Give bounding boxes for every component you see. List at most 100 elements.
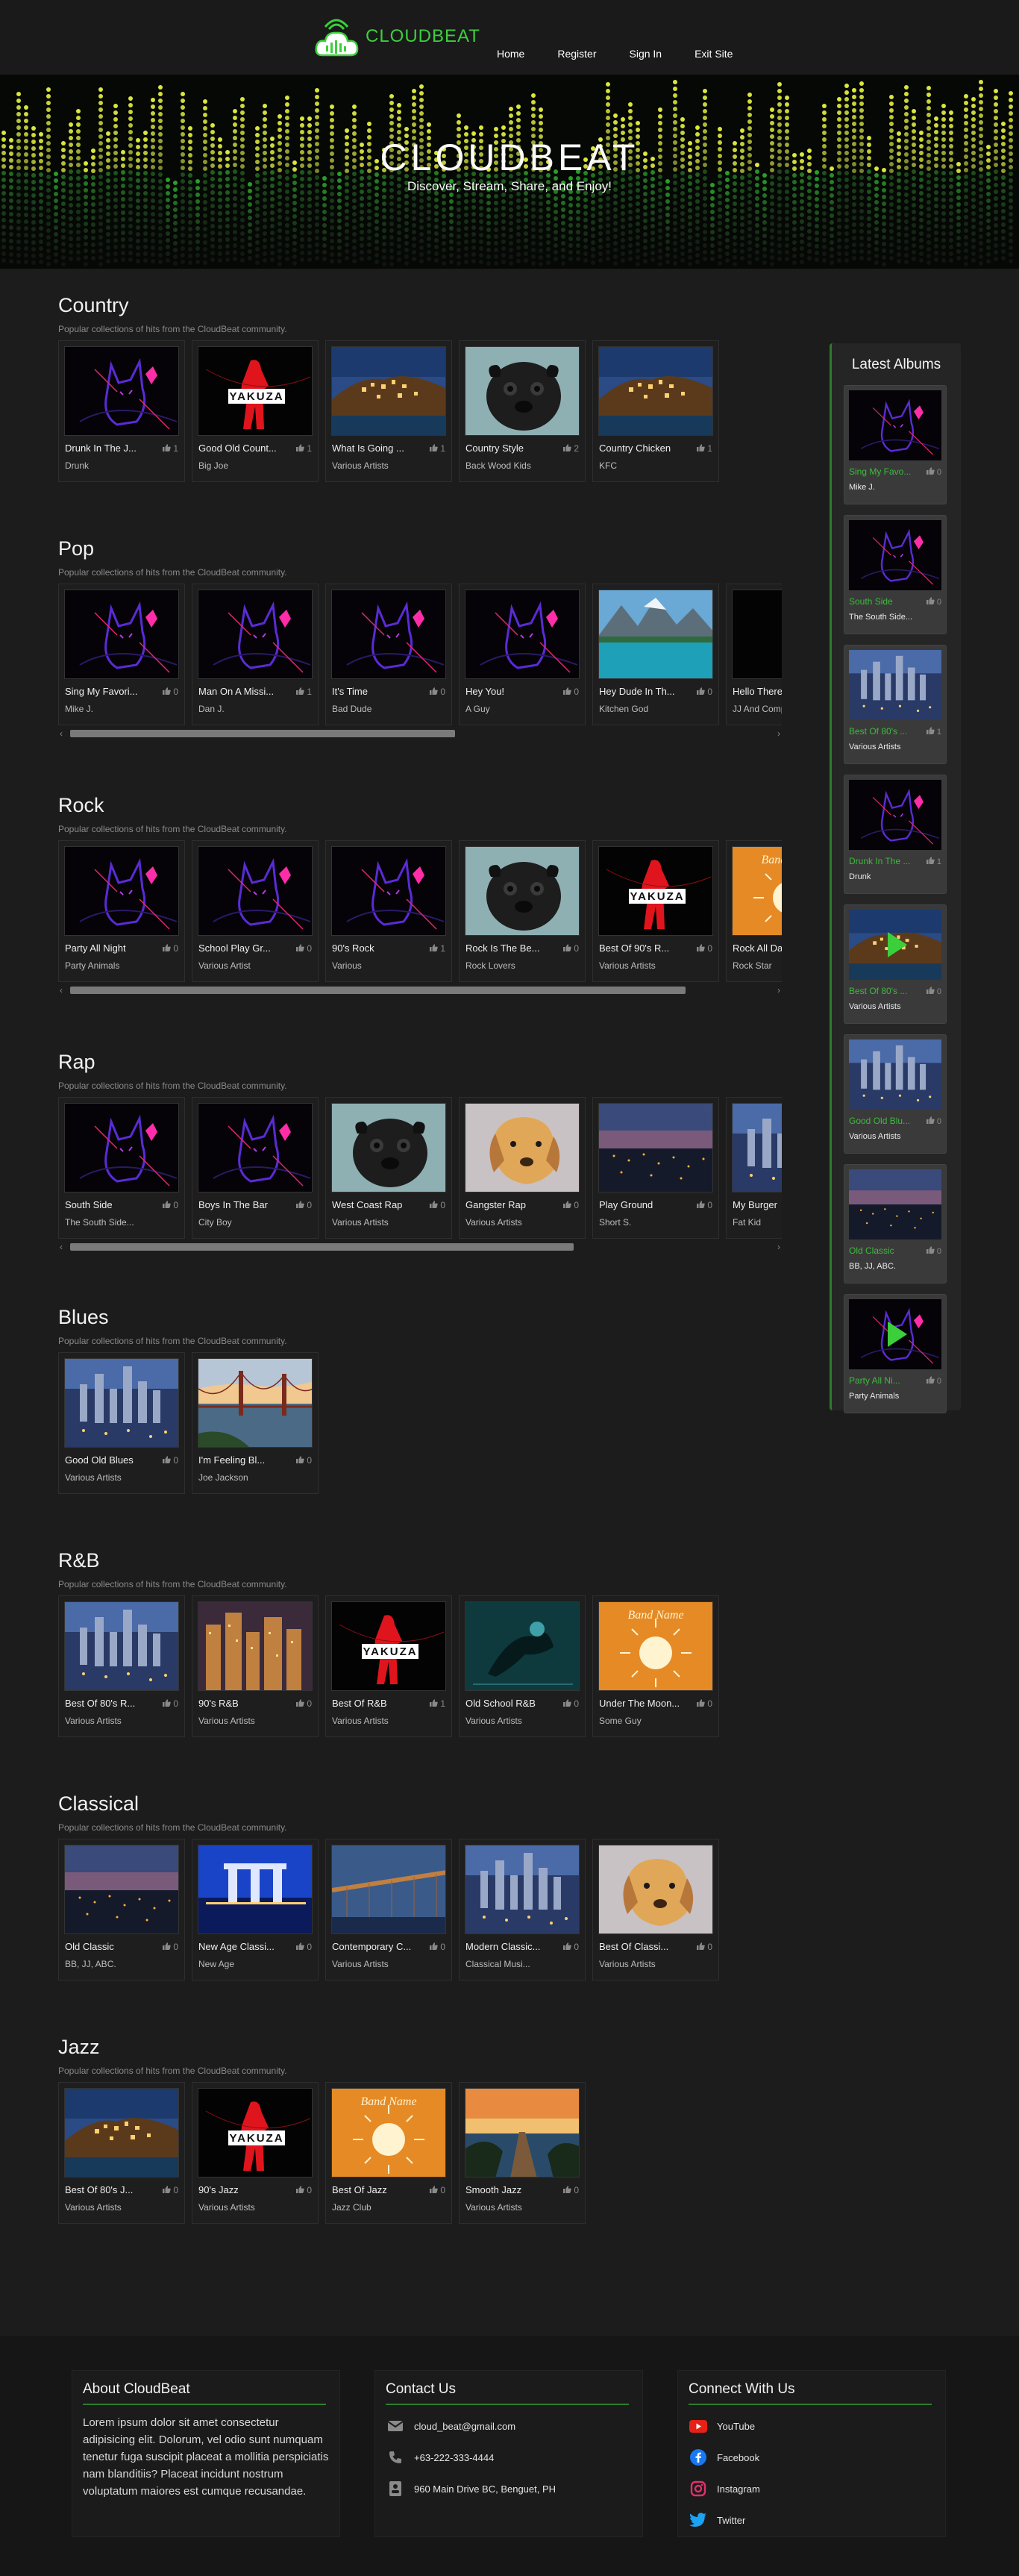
like-count[interactable]: 0 — [697, 1942, 712, 1952]
latest-album-card[interactable]: Party All Ni... 0 Party Animals — [844, 1294, 947, 1413]
album-card[interactable]: Gangster Rap 0 Various Artists — [459, 1097, 586, 1239]
like-count[interactable]: 1 — [926, 857, 941, 866]
album-card[interactable]: YAKUZA Good Old Count... 1 Big Joe — [192, 340, 319, 482]
album-card[interactable]: Old Classic 0 BB, JJ, ABC. — [58, 1839, 185, 1981]
like-count[interactable]: 0 — [296, 943, 312, 954]
album-card[interactable]: 90's R&B 0 Various Artists — [192, 1595, 319, 1737]
like-count[interactable]: 0 — [697, 1698, 712, 1709]
nav-exit-link[interactable]: Exit Site — [695, 48, 733, 60]
album-title[interactable]: Sing My Favo... — [849, 466, 919, 477]
like-count[interactable]: 0 — [163, 1698, 178, 1709]
like-count[interactable]: 0 — [563, 1942, 579, 1952]
album-cover[interactable] — [64, 1358, 179, 1448]
like-count[interactable]: 0 — [697, 943, 712, 954]
album-cover[interactable] — [849, 780, 941, 850]
album-title[interactable]: Best Of 80's ... — [849, 986, 919, 996]
album-card[interactable]: Drunk In The J... 1 Drunk — [58, 340, 185, 482]
album-card[interactable]: Best Of 80's J... 0 Various Artists — [58, 2082, 185, 2224]
album-title[interactable]: South Side — [65, 1199, 148, 1210]
like-count[interactable]: 0 — [697, 1200, 712, 1210]
scroll-right-arrow-icon[interactable]: › — [777, 1242, 780, 1252]
album-card[interactable]: West Coast Rap 0 Various Artists — [325, 1097, 452, 1239]
album-cover[interactable] — [465, 346, 580, 436]
album-cover[interactable]: YAKUZA — [198, 2088, 313, 2178]
album-title[interactable]: School Play Gr... — [198, 942, 282, 954]
latest-album-card[interactable]: Best Of 80's ... 1 Various Artists — [844, 645, 947, 764]
album-cover[interactable] — [465, 2088, 580, 2178]
album-cover[interactable] — [849, 390, 941, 460]
album-cover[interactable] — [849, 650, 941, 720]
album-cover[interactable] — [331, 846, 446, 936]
album-cover[interactable]: YAKUZA — [598, 846, 713, 936]
album-cover[interactable] — [64, 1103, 179, 1192]
play-icon[interactable] — [849, 1299, 941, 1369]
like-count[interactable]: 0 — [296, 1942, 312, 1952]
album-title[interactable]: Best Of Classi... — [599, 1941, 683, 1952]
album-cover[interactable] — [331, 346, 446, 436]
album-title[interactable]: Play Ground — [599, 1199, 683, 1210]
album-cover[interactable] — [732, 1103, 782, 1192]
album-title[interactable]: I'm Feeling Bl... — [198, 1454, 282, 1466]
album-cover[interactable] — [198, 846, 313, 936]
album-title[interactable]: Best Of 80's ... — [849, 726, 919, 737]
like-count[interactable]: 1 — [163, 443, 178, 454]
nav-home-link[interactable]: Home — [497, 48, 524, 60]
album-cover[interactable] — [198, 1103, 313, 1192]
like-count[interactable]: 0 — [296, 1455, 312, 1466]
album-cover[interactable]: Band Name — [598, 1601, 713, 1691]
scroll-right-arrow-icon[interactable]: › — [777, 728, 780, 739]
play-icon[interactable] — [849, 910, 941, 980]
album-cover[interactable]: YAKUZA — [198, 346, 313, 436]
scrollbar-thumb[interactable] — [70, 987, 686, 994]
scroll-right-arrow-icon[interactable]: › — [777, 985, 780, 995]
latest-album-card[interactable]: Drunk In The ... 1 Drunk — [844, 775, 947, 894]
album-title[interactable]: Best Of 80's R... — [65, 1698, 148, 1709]
album-title[interactable]: Rock Is The Be... — [465, 942, 549, 954]
like-count[interactable]: 0 — [296, 2185, 312, 2195]
album-card[interactable]: South Side 0 The South Side... — [58, 1097, 185, 1239]
album-title[interactable]: Smooth Jazz — [465, 2184, 549, 2195]
album-card[interactable]: YAKUZA Best Of 90's R... 0 Various Artis… — [592, 840, 719, 982]
album-title[interactable]: New Age Classi... — [198, 1941, 282, 1952]
album-card[interactable]: Good Old Blues 0 Various Artists — [58, 1352, 185, 1494]
scroll-left-arrow-icon[interactable]: ‹ — [60, 985, 63, 995]
album-cover[interactable] — [64, 590, 179, 679]
album-cover[interactable] — [849, 520, 941, 590]
album-cover[interactable] — [198, 590, 313, 679]
album-card[interactable]: Sing My Favori... 0 Mike J. — [58, 584, 185, 725]
album-title[interactable]: Country Style — [465, 443, 549, 454]
album-card[interactable]: 90's Rock 1 Various — [325, 840, 452, 982]
latest-album-card[interactable]: Sing My Favo... 0 Mike J. — [844, 385, 947, 504]
album-card[interactable]: Hey Dude In Th... 0 Kitchen God — [592, 584, 719, 725]
album-cover[interactable] — [465, 1103, 580, 1192]
like-count[interactable]: 0 — [563, 2185, 579, 2195]
scrollbar-track[interactable] — [70, 730, 770, 737]
album-title[interactable]: What Is Going ... — [332, 443, 416, 454]
like-count[interactable]: 1 — [296, 687, 312, 697]
album-card[interactable]: Rock Is The Be... 0 Rock Lovers — [459, 840, 586, 982]
album-cover[interactable] — [198, 1601, 313, 1691]
like-count[interactable]: 0 — [296, 1698, 312, 1709]
like-count[interactable]: 0 — [926, 467, 941, 477]
contact-email[interactable]: cloud_beat@gmail.com — [386, 2411, 632, 2441]
like-count[interactable]: 0 — [563, 1698, 579, 1709]
album-title[interactable]: Good Old Count... — [198, 443, 282, 454]
album-title[interactable]: Under The Moon... — [599, 1698, 683, 1709]
album-card[interactable]: Old School R&B 0 Various Artists — [459, 1595, 586, 1737]
like-count[interactable]: 0 — [163, 1942, 178, 1952]
album-cover[interactable] — [64, 846, 179, 936]
album-title[interactable]: 90's Jazz — [198, 2184, 282, 2195]
like-count[interactable]: 1 — [430, 943, 445, 954]
album-card[interactable]: It's Time 0 Bad Dude — [325, 584, 452, 725]
like-count[interactable]: 2 — [563, 443, 579, 454]
like-count[interactable]: 0 — [926, 1116, 941, 1126]
album-title[interactable]: Best Of 90's R... — [599, 942, 683, 954]
album-card[interactable]: Modern Classic... 0 Classical Musi... — [459, 1839, 586, 1981]
latest-album-card[interactable]: Best Of 80's ... 0 Various Artists — [844, 904, 947, 1024]
album-cover[interactable] — [598, 346, 713, 436]
album-title[interactable]: Old School R&B — [465, 1698, 549, 1709]
album-title[interactable]: Old Classic — [849, 1245, 919, 1256]
horizontal-scrollbar[interactable]: ‹ › — [58, 1240, 782, 1254]
album-title[interactable]: Party All Night — [65, 942, 148, 954]
latest-album-card[interactable]: South Side 0 The South Side... — [844, 515, 947, 634]
